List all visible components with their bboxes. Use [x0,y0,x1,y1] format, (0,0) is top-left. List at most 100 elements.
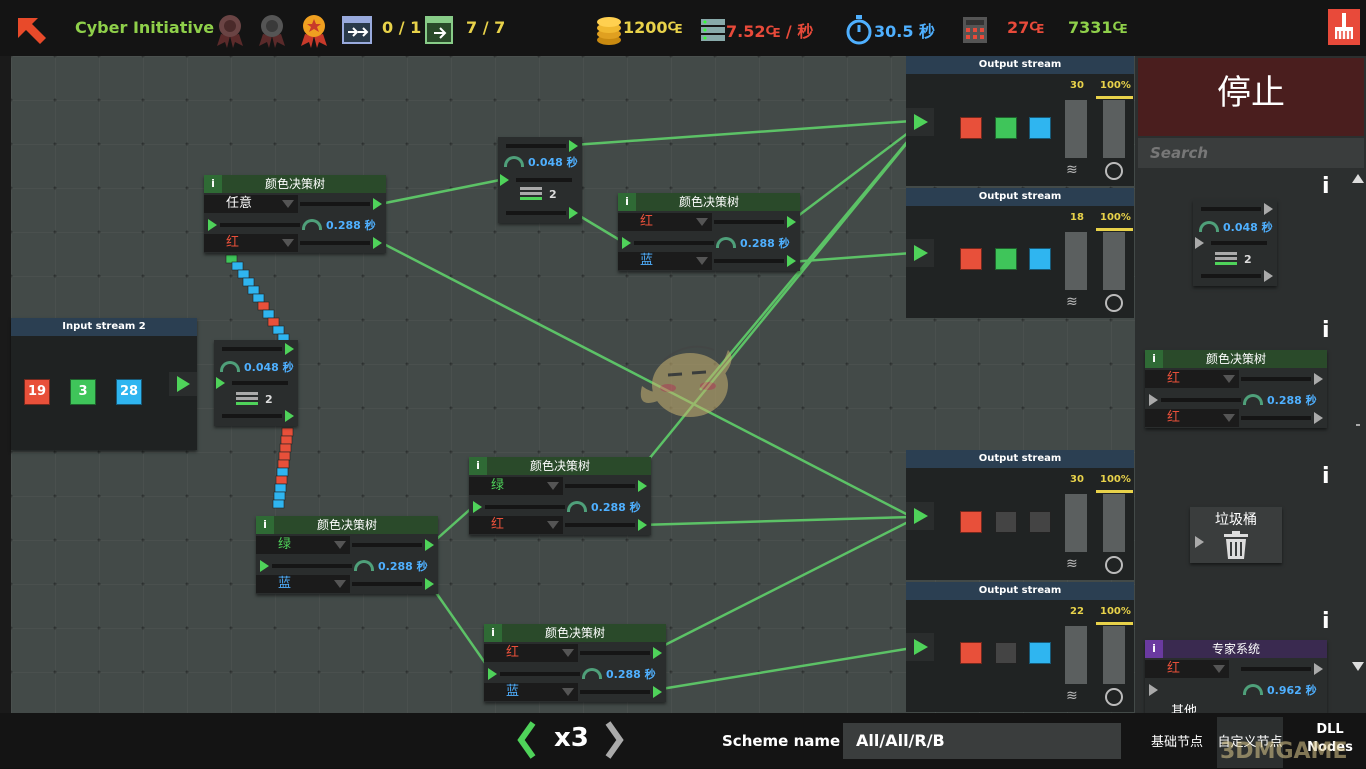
output-stream-4[interactable]: Output stream 22 100% ≋ [906,582,1134,712]
info-icon[interactable]: i [1145,640,1163,658]
tree-in-port[interactable] [473,501,482,513]
tree-select-bottom[interactable]: 红 [469,516,563,534]
back-arrow-icon[interactable] [14,14,48,48]
info-icon[interactable]: i [1322,174,1330,199]
info-icon[interactable]: i [1322,609,1330,634]
medal-bronze-icon [217,15,243,48]
splitter-gauge: 0.048 秒 [1199,219,1273,235]
info-icon[interactable]: i [1322,318,1330,343]
tree-select-bottom: 红 [1145,409,1239,427]
output-red-slot [960,511,982,533]
layers-icon[interactable]: ≋ [1066,556,1078,572]
splitter-bar [1201,207,1261,211]
tree-select-top[interactable]: 任意 [204,195,298,213]
layers-icon[interactable]: ≋ [1066,688,1078,704]
scroll-up-icon[interactable] [1352,174,1364,183]
scheme-name-input[interactable]: All/All/R/B [843,723,1121,759]
palette-expert-system[interactable]: i 专家系统 红 0.962 秒 其他 [1145,640,1327,713]
tab-basic-nodes[interactable]: 基础节点 [1137,731,1217,750]
tree-out-port[interactable] [653,647,662,659]
output-stream-1[interactable]: Output stream 30 100% ≋ [906,56,1134,186]
output-in-port[interactable] [906,239,934,267]
tree-in-port[interactable] [488,668,497,680]
target-icon[interactable] [1105,688,1123,706]
stop-button[interactable]: 停止 [1138,58,1364,136]
target-icon[interactable] [1105,556,1123,574]
scroll-down-icon[interactable] [1352,662,1364,671]
layers-icon[interactable]: ≋ [1066,294,1078,310]
tree-select-bottom[interactable]: 蓝 [618,252,712,270]
queue-bar [1065,232,1087,290]
output-in-port[interactable] [906,633,934,661]
output-in-port[interactable] [906,502,934,530]
output-blue-slot [1029,248,1051,270]
splitter-node-2[interactable]: 0.048 秒 2 [498,137,582,223]
tree-title: 颜色决策树 [316,518,377,532]
tree-select-bottom[interactable]: 蓝 [256,575,350,593]
output-stream-3[interactable]: Output stream 30 100% ≋ [906,450,1134,580]
splitter-out-port[interactable] [285,410,294,422]
splitter-bar [506,144,566,148]
info-icon[interactable]: i [256,516,274,534]
tree-select-top[interactable]: 绿 [256,536,350,554]
tree-select-bottom[interactable]: 蓝 [484,683,578,701]
output-red-slot [960,117,982,139]
tree-out-port[interactable] [787,216,796,228]
input-output-port[interactable] [169,372,197,396]
speed-down-button[interactable] [515,721,537,759]
color-tree-node-4[interactable]: i 颜色决策树 绿 0.288 秒 蓝 [256,516,438,594]
tree-out-port[interactable] [638,519,647,531]
tree-out-port[interactable] [638,480,647,492]
tree-time: 0.288 秒 [740,237,790,250]
info-icon[interactable]: i [484,624,502,642]
tree-out-port[interactable] [653,686,662,698]
palette-splitter[interactable]: 0.048 秒 2 [1193,200,1277,286]
tree-select-top[interactable]: 绿 [469,477,563,495]
speed-up-button[interactable] [604,721,626,759]
tree-title: 颜色决策树 [544,626,605,640]
info-icon[interactable]: i [1322,464,1330,489]
palette-scrollbar[interactable] [1349,174,1365,674]
color-tree-node-5[interactable]: i 颜色决策树 红 0.288 秒 蓝 [484,624,666,702]
tree-select-top[interactable]: 红 [484,644,578,662]
splitter-in-port[interactable] [500,174,509,186]
splitter-node-1[interactable]: 0.048 秒 2 [214,340,298,426]
tree-in-port[interactable] [208,219,217,231]
scroll-thumb[interactable] [1356,424,1360,426]
gauge-icon [716,237,736,248]
tree-out-port[interactable] [373,198,382,210]
tree-out-port[interactable] [787,255,796,267]
tree-select-top[interactable]: 红 [618,213,712,231]
splitter-out-port[interactable] [569,140,578,152]
tree-in-port[interactable] [260,560,269,572]
color-tree-node-1[interactable]: i 颜色决策树 任意 0.288 秒 红 [204,175,386,253]
output-stream-2[interactable]: Output stream 18 100% ≋ [906,188,1134,318]
tree-bar [300,202,370,206]
tree-bar [565,484,635,488]
search-input[interactable]: Search [1138,138,1364,168]
output-count: 30 [1070,474,1084,485]
output-in-port[interactable] [906,108,934,136]
layers-icon[interactable]: ≋ [1066,162,1078,178]
tree-select-bottom[interactable]: 红 [204,234,298,252]
color-tree-node-2[interactable]: i 颜色决策树 红 0.288 秒 蓝 [618,193,800,271]
target-icon[interactable] [1105,294,1123,312]
splitter-out-port[interactable] [285,343,294,355]
info-icon[interactable]: i [618,193,636,211]
tree-out-port[interactable] [425,578,434,590]
info-icon[interactable]: i [1145,350,1163,368]
splitter-out-port[interactable] [569,207,578,219]
info-icon[interactable]: i [469,457,487,475]
input-stream-node[interactable]: Input stream 2 19 3 28 [11,318,197,450]
tree-out-port[interactable] [425,539,434,551]
clear-button[interactable] [1328,9,1360,45]
palette-trash[interactable]: 垃圾桶 [1190,507,1282,563]
gauge-icon [1243,394,1263,405]
palette-color-tree[interactable]: i 颜色决策树 红 0.288 秒 红 [1145,350,1327,428]
color-tree-node-3[interactable]: i 颜色决策树 绿 0.288 秒 红 [469,457,651,535]
info-icon[interactable]: i [204,175,222,193]
tree-in-port[interactable] [622,237,631,249]
target-icon[interactable] [1105,162,1123,180]
splitter-in-port[interactable] [216,377,225,389]
tree-out-port[interactable] [373,237,382,249]
